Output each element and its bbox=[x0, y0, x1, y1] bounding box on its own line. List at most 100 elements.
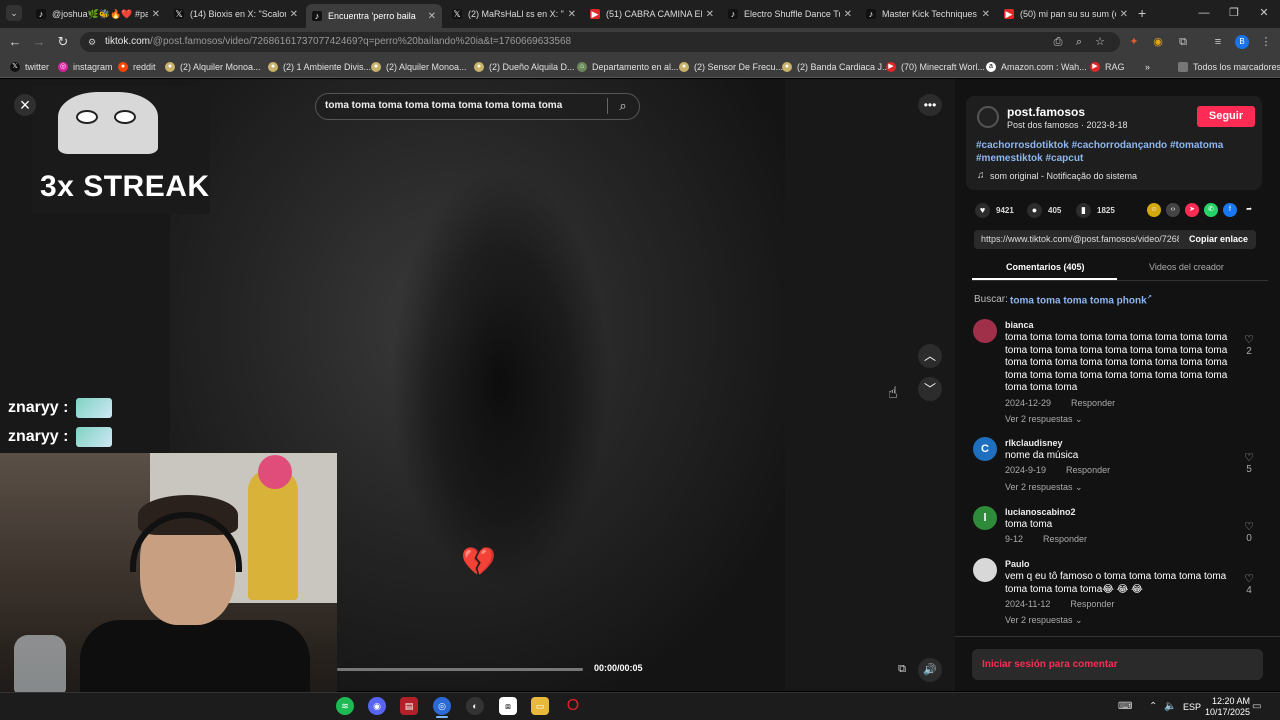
bookmark-item[interactable]: ◎ instagram bbox=[58, 60, 113, 74]
bookmark-star-icon[interactable]: ☆ bbox=[1092, 34, 1108, 50]
comment-avatar[interactable] bbox=[973, 319, 997, 343]
bookmark-item[interactable]: ⌂ Departamento en al... bbox=[577, 60, 679, 74]
close-video-button[interactable]: × bbox=[14, 94, 36, 116]
zoom-icon[interactable]: ⌕ bbox=[1071, 34, 1087, 50]
reply-button[interactable]: Responder bbox=[1066, 465, 1110, 475]
obs-icon[interactable]: ◐ bbox=[466, 697, 484, 715]
browser-tab[interactable]: ▶ (50) mi pan su su sum (c ✕ bbox=[998, 4, 1134, 24]
view-replies-button[interactable]: Ver 2 respuestas ⌄ bbox=[1005, 414, 1083, 425]
bookmark-item[interactable]: 𝕏twitter bbox=[10, 60, 49, 74]
comment-avatar[interactable] bbox=[973, 558, 997, 582]
tab-comments[interactable]: Comentarios (405) bbox=[1006, 262, 1085, 272]
login-to-comment-text[interactable]: Iniciar sesión para comentar bbox=[982, 659, 1118, 670]
tab-close-icon[interactable]: ✕ bbox=[568, 9, 576, 20]
share-icon[interactable]: ➦ bbox=[1242, 203, 1256, 217]
reload-icon[interactable]: ↻ bbox=[55, 34, 71, 50]
browser-tab[interactable]: ▶ (51) CABRA CAMINA EN 2 ✕ bbox=[584, 4, 720, 24]
browser-menu-icon[interactable]: ⋮ bbox=[1258, 34, 1274, 50]
keyboard-icon[interactable]: ⌨ bbox=[1118, 701, 1132, 712]
spotify-icon[interactable]: ≋ bbox=[336, 697, 354, 715]
new-tab-button[interactable]: + bbox=[1138, 5, 1152, 21]
bookmark-item[interactable]: ● (2) Dueño Alquila D... bbox=[474, 60, 575, 74]
tab-creator-videos[interactable]: Videos del creador bbox=[1149, 262, 1224, 272]
bookmark-item[interactable]: ▶ (70) Minecraft Worl... bbox=[886, 60, 985, 74]
input-language[interactable]: ESP bbox=[1183, 702, 1201, 712]
tab-search-menu-icon[interactable]: ⌄ bbox=[6, 5, 22, 21]
tab-close-icon[interactable]: ✕ bbox=[844, 9, 852, 20]
bookmark-item[interactable]: a Amazon.com : Wah... bbox=[986, 60, 1087, 74]
facebook-icon[interactable]: f bbox=[1223, 203, 1237, 217]
whatsapp-icon[interactable]: ✆ bbox=[1204, 203, 1218, 217]
comment-like-icon[interactable]: ♡ bbox=[1243, 333, 1255, 346]
bookmark-item[interactable]: ● (2) Alquiler Monoa... bbox=[371, 60, 467, 74]
minimize-icon[interactable]: — bbox=[1194, 5, 1214, 21]
reply-button[interactable]: Responder bbox=[1071, 398, 1115, 408]
follow-button[interactable]: Seguir bbox=[1197, 106, 1255, 127]
opera-icon[interactable]: O bbox=[564, 697, 582, 715]
bookmark-item[interactable]: ● (2) Sensor De Frecu... bbox=[679, 60, 783, 74]
video-progress-bar[interactable] bbox=[337, 668, 583, 671]
install-app-icon[interactable]: ⎙ bbox=[1050, 34, 1066, 50]
search-query[interactable]: toma toma toma toma toma toma toma toma … bbox=[325, 100, 562, 111]
view-replies-button[interactable]: Ver 2 respuestas ⌄ bbox=[1005, 615, 1083, 626]
comment-like-icon[interactable]: ♡ bbox=[1243, 520, 1255, 533]
volume-icon[interactable]: 🔊 bbox=[918, 658, 942, 682]
browser-tab[interactable]: ♪ Master Kick Techniques w ✕ bbox=[860, 4, 996, 24]
bookmark-item[interactable]: ● (2) Alquiler Monoa... bbox=[165, 60, 261, 74]
comment-username[interactable]: rlkclaudisney bbox=[1005, 438, 1063, 448]
profile-avatar[interactable]: B bbox=[1235, 35, 1249, 49]
embed-icon[interactable]: ‹› bbox=[1166, 203, 1180, 217]
bookmark-item[interactable]: ● reddit bbox=[118, 60, 156, 74]
tab-close-icon[interactable]: ✕ bbox=[982, 9, 990, 20]
tab-close-icon[interactable]: ✕ bbox=[706, 9, 714, 20]
speaker-icon[interactable]: 🔈 bbox=[1164, 701, 1176, 712]
chrome-icon[interactable]: ◎ bbox=[433, 697, 451, 715]
all-bookmarks-folder[interactable]: Todos los marcadores bbox=[1178, 60, 1280, 74]
reply-button[interactable]: Responder bbox=[1070, 599, 1114, 609]
file-explorer-icon[interactable]: ▭ bbox=[531, 697, 549, 715]
tab-close-icon[interactable]: ✕ bbox=[1120, 9, 1128, 20]
extension-icon[interactable]: ◉ bbox=[1150, 34, 1166, 50]
voicemeeter-icon[interactable]: ▤ bbox=[400, 697, 418, 715]
comment-like-icon[interactable]: ♡ bbox=[1243, 451, 1255, 464]
reply-button[interactable]: Responder bbox=[1043, 534, 1087, 544]
discord-icon[interactable]: ◉ bbox=[368, 697, 386, 715]
more-options-button[interactable]: ••• bbox=[918, 94, 942, 116]
previous-video-button[interactable]: ︿ bbox=[918, 344, 942, 368]
picture-in-picture-icon[interactable]: ⧉ bbox=[894, 661, 910, 677]
bookmark-item[interactable]: ▶ RAG bbox=[1090, 60, 1125, 74]
search-icon[interactable]: ⌕ bbox=[614, 97, 632, 115]
clock[interactable]: 12:20 AM 10/17/2025 bbox=[1205, 696, 1250, 718]
browser-tab[interactable]: ♪ Encuentra 'perro baila ✕ bbox=[306, 4, 442, 28]
forward-icon[interactable]: → bbox=[31, 34, 47, 50]
music-label[interactable]: som original - Notificação do sistema bbox=[990, 171, 1137, 181]
comment-avatar[interactable]: l bbox=[973, 506, 997, 530]
browser-tab[interactable]: 𝕏 (2) MaRsHaLl ɛs en X: "My ✕ bbox=[446, 4, 582, 24]
tray-chevron-icon[interactable]: ⌃ bbox=[1149, 701, 1157, 712]
tab-close-icon[interactable]: ✕ bbox=[428, 11, 436, 22]
restore-icon[interactable]: ❐ bbox=[1224, 5, 1244, 21]
browser-tab[interactable]: ♪ @joshua🌿🐝🔥❤️ #pa ✕ bbox=[30, 4, 166, 24]
send-icon[interactable]: ➤ bbox=[1185, 203, 1199, 217]
like-icon[interactable]: ♥ bbox=[975, 203, 990, 218]
author-name[interactable]: post.famosos bbox=[1007, 105, 1085, 119]
search-suggestion-link[interactable]: toma toma toma toma phonk↗ bbox=[1010, 294, 1152, 306]
tab-close-icon[interactable]: ✕ bbox=[152, 9, 160, 20]
extensions-puzzle-icon[interactable]: ⧉ bbox=[1175, 34, 1191, 50]
browser-tab[interactable]: ♪ Electro Shuffle Dance Tut ✕ bbox=[722, 4, 858, 24]
bookmark-item[interactable]: ● (2) Banda Cardiaca J... bbox=[782, 60, 890, 74]
back-icon[interactable]: ← bbox=[7, 34, 23, 50]
browser-tab[interactable]: 𝕏 (14) Bioxis en X: "Scaloni ✕ bbox=[168, 4, 304, 24]
author-avatar[interactable] bbox=[977, 106, 999, 128]
notifications-icon[interactable]: ▭ bbox=[1252, 701, 1261, 712]
extension-icon[interactable]: ✦ bbox=[1126, 34, 1142, 50]
bookmark-item[interactable]: ● (2) 1 Ambiente Divis... bbox=[268, 60, 371, 74]
post-hashtags[interactable]: #cachorrosdotiktok #cachorrodançando #to… bbox=[976, 139, 1246, 165]
bookmarks-overflow-icon[interactable]: » bbox=[1145, 60, 1150, 74]
close-window-icon[interactable]: ✕ bbox=[1254, 5, 1274, 21]
tab-close-icon[interactable]: ✕ bbox=[290, 9, 298, 20]
view-replies-button[interactable]: Ver 2 respuestas ⌄ bbox=[1005, 482, 1083, 493]
emoji-share-icon[interactable]: ☺ bbox=[1147, 203, 1161, 217]
comment-username[interactable]: bianca bbox=[1005, 320, 1034, 330]
url-text[interactable]: tiktok.com/@post.famosos/video/726861617… bbox=[105, 36, 571, 47]
